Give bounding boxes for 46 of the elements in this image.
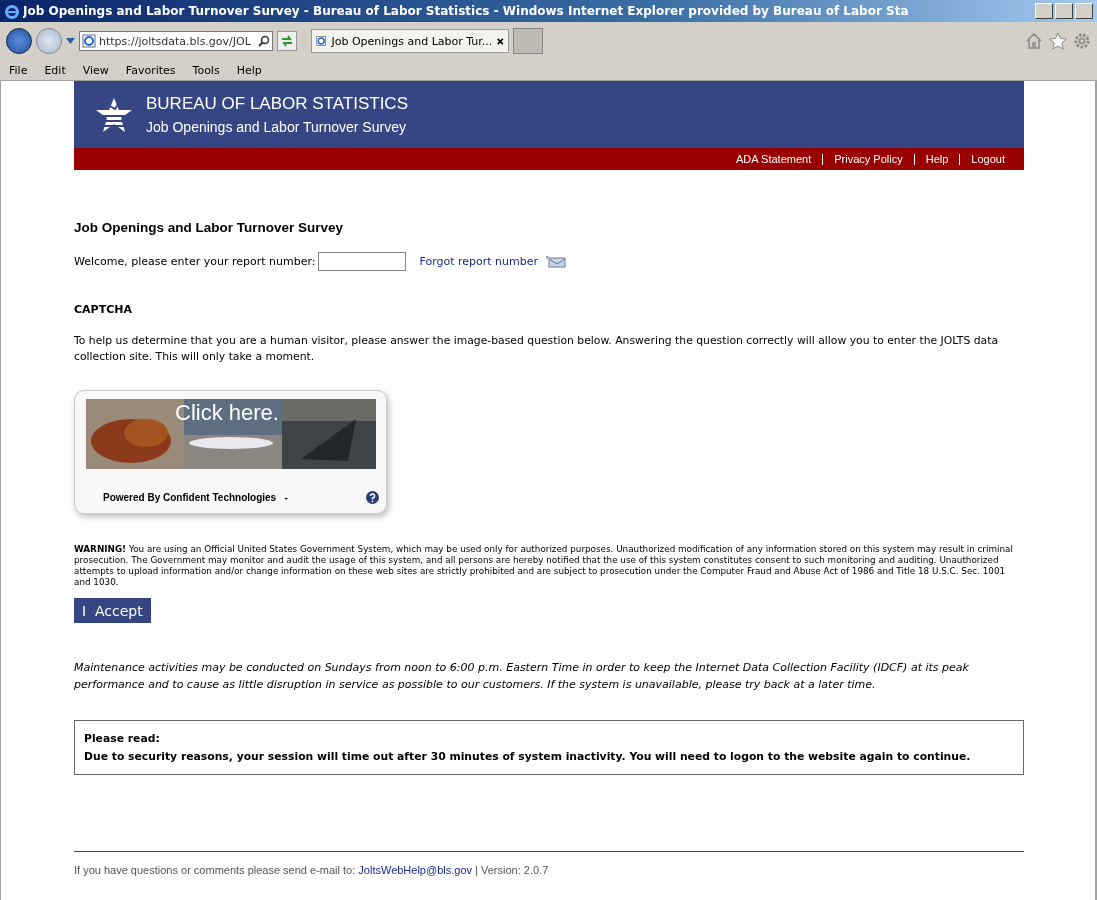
email-link[interactable]: JoltsWebHelp@bls.gov (358, 864, 472, 876)
site-subtitle: Job Openings and Labor Turnover Survey (146, 117, 407, 137)
captcha-prompt[interactable]: Click here. (175, 400, 279, 426)
browser-logo-icon (316, 34, 327, 48)
search-icon[interactable] (258, 35, 270, 47)
envelope-icon (546, 255, 566, 268)
section-heading: CAPTCHA (74, 303, 133, 316)
help-icon[interactable] (365, 491, 379, 504)
refresh-icon[interactable] (277, 31, 297, 51)
field-label: Welcome, please enter your report number: (74, 255, 316, 268)
page-icon (82, 34, 96, 48)
page-heading: Job Openings and Labor Turnover Survey (74, 220, 345, 235)
header-link[interactable]: ADA Statement (736, 153, 812, 165)
powered-by-text: Powered By Confident Technologies - (103, 492, 288, 503)
menu-item[interactable]: File (0, 63, 36, 77)
notice-heading: Please read: (84, 731, 161, 747)
notice-text: Due to security reasons, your session will time out after 30 minutes of system inactivity. You will need to logon to the website again to continue. (84, 749, 972, 765)
home-icon[interactable] (1025, 32, 1043, 50)
close-tab-icon[interactable] (497, 36, 504, 46)
window-title: Job Openings and Labor Turnover Survey - Bureau of Labor Statistics - Windows Internet Explorer provided by Bureau of Labor Sta (23, 4, 910, 18)
site-title: BUREAU OF LABOR STATISTICS (146, 92, 408, 115)
instructions-text: To help us determine that you are a human visitor, please answer the image-based question below. Answering the question correctly will allow you to enter the JOLTS data collection site. This will only take a moment. (74, 333, 999, 365)
close-button[interactable] (1075, 3, 1093, 19)
browser-tab[interactable]: Job Openings and Labor Tur... (311, 29, 509, 53)
accept-button[interactable]: I Accept (74, 598, 151, 623)
address-field[interactable]: https://joltsdata.bls.gov/JOL (79, 31, 273, 51)
menu-item[interactable]: View (73, 63, 117, 77)
footer-text: If you have questions or comments please send e-mail to: JoltsWebHelp@bls.gov | Version: 2.0.7 (74, 864, 549, 876)
menu-item[interactable]: Help (227, 63, 270, 77)
maximize-button[interactable] (1055, 3, 1073, 19)
report-number-field[interactable] (318, 252, 407, 271)
browser-logo-icon (4, 3, 20, 19)
star-icon[interactable] (1049, 32, 1067, 50)
warning-text: WARNING! You are using an Official United States Government System, which may be used only for authorized purposes. Unauthorized modification of any information stored on this system may result in criminal prosecution. The Government may monitor and audit the usage of this system, and all persons are hereby notified that the use of this system constitutes consent to such monitoring and auditing. Unauthorized attempts to upload information and/or change information on these web sites are strictly prohibited and are subject to prosecution under the Computer Fraud and Abuse Act of 1986 and Title 18 U.S.C. Sec. 1001 and 1030. (74, 544, 1014, 588)
dropdown-icon[interactable] (66, 38, 75, 44)
header-link[interactable]: Help (925, 153, 949, 165)
back-button[interactable] (6, 28, 32, 54)
menu-item[interactable]: Favorites (116, 63, 184, 77)
menu-item[interactable]: Tools (183, 63, 228, 77)
forgot-link[interactable]: Forgot report number (419, 255, 538, 268)
settings-icon[interactable] (1073, 32, 1091, 50)
minimize-button[interactable] (1035, 3, 1053, 19)
header-link[interactable]: Privacy Policy (834, 153, 903, 165)
maintenance-text: Maintenance activities may be conducted on Sundays from noon to 6:00 p.m. Eastern Time in order to keep the Internet Data Collection Facility (IDCF) at its peak performance and to cause as little disruption in service as possible to our customers. If the system is unavailable, please try back at a later time. (74, 660, 970, 693)
menu-item[interactable]: Edit (35, 63, 74, 77)
header-link[interactable]: Logout (971, 153, 1005, 165)
